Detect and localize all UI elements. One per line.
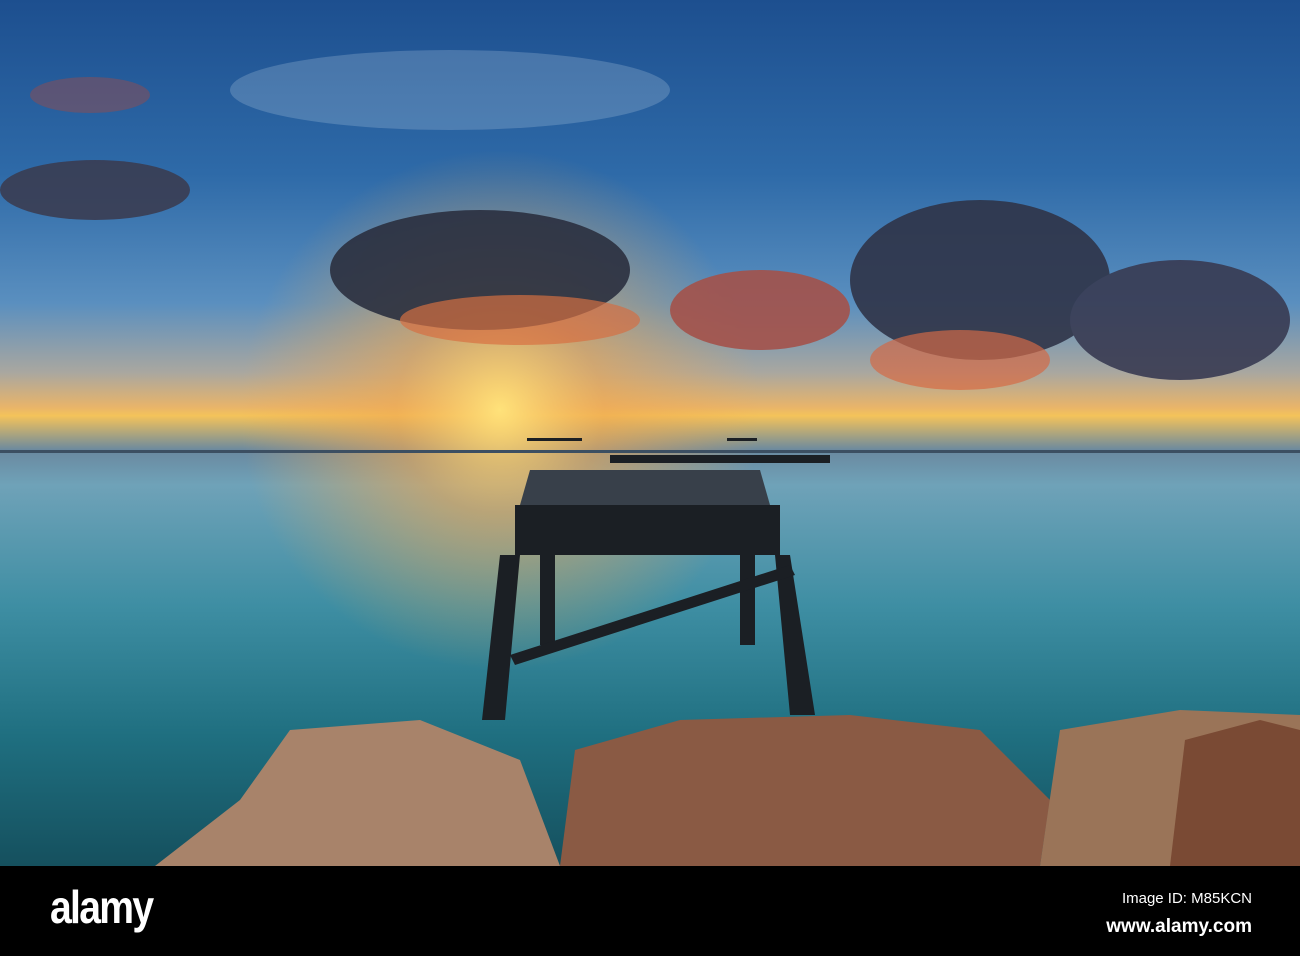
rocks [155,710,1300,866]
photo-pier-sunset [0,0,1300,866]
horizon [0,450,1300,453]
scene [0,0,1300,866]
website-link: www.alamy.com [1106,916,1252,937]
footer-bar: alamy Image ID: M85KCN www.alamy.com [0,866,1300,956]
alamy-logo: alamy [50,881,154,933]
image-id-label: Image ID: M85KCN [1121,890,1252,907]
